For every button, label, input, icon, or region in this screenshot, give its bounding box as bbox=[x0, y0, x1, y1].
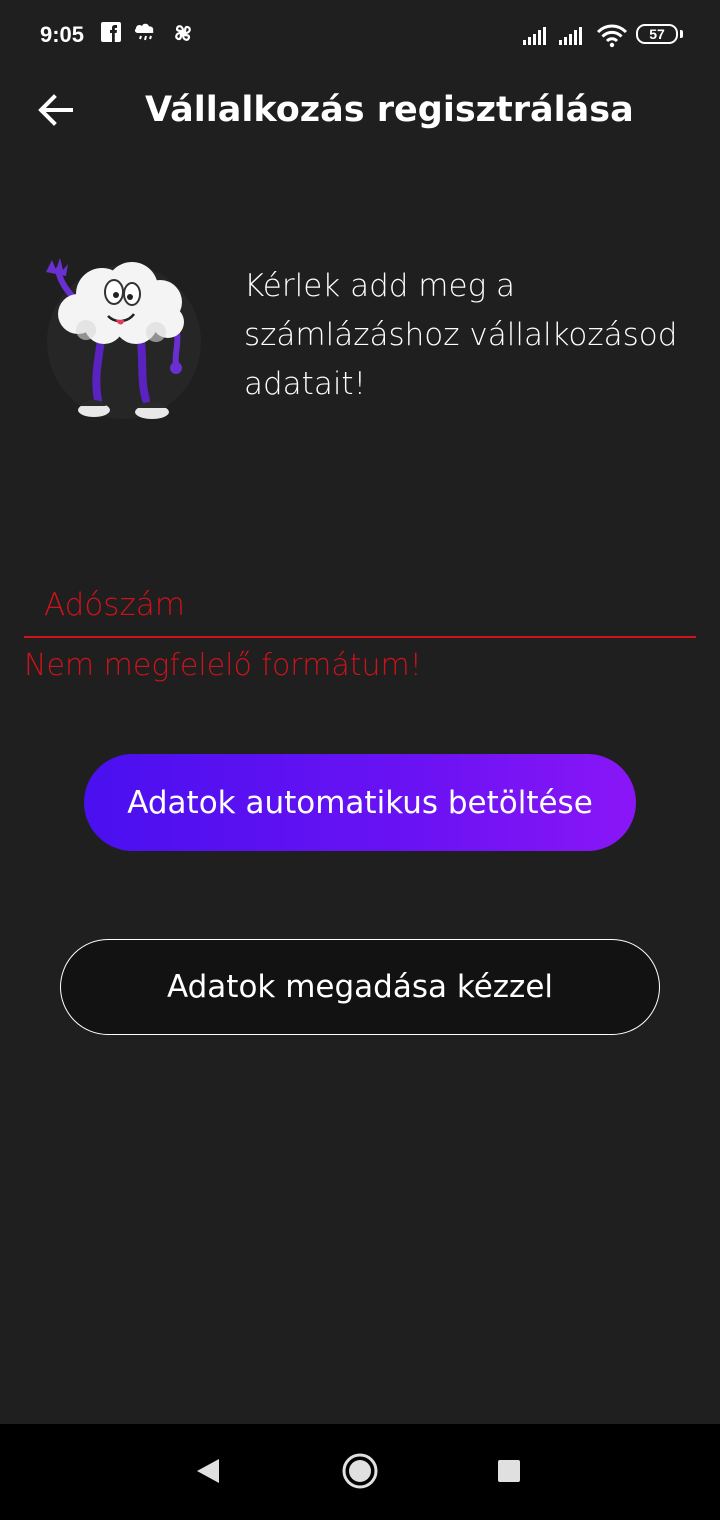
nav-back-button[interactable] bbox=[187, 1452, 229, 1494]
pinwheel-icon bbox=[170, 20, 196, 50]
back-triangle-icon bbox=[195, 1457, 221, 1489]
tax-number-error: Nem megfelelő formátum! bbox=[24, 648, 422, 683]
nav-home-button[interactable] bbox=[339, 1452, 381, 1494]
auto-load-button[interactable]: Adatok automatikus betöltése bbox=[84, 754, 636, 851]
status-time: 9:05 bbox=[40, 22, 85, 47]
wifi-icon bbox=[596, 24, 628, 52]
status-bar: 9:05 57 bbox=[0, 0, 720, 70]
home-circle-icon bbox=[341, 1452, 379, 1494]
cloud-mascot bbox=[36, 250, 216, 430]
facebook-icon bbox=[100, 20, 122, 48]
page-title: Vállalkozás regisztrálása bbox=[145, 90, 634, 130]
system-nav-bar bbox=[0, 1424, 720, 1520]
tax-number-field bbox=[24, 560, 696, 640]
signal-icon bbox=[522, 26, 550, 50]
signal-icon bbox=[558, 26, 586, 50]
weather-icon bbox=[132, 20, 160, 50]
screen: 9:05 57 Vállalkozás regisztrálása Kérlek… bbox=[0, 0, 720, 1520]
arrow-left-icon bbox=[36, 90, 76, 134]
recents-square-icon bbox=[496, 1458, 522, 1488]
battery-tip bbox=[680, 30, 683, 38]
nav-recents-button[interactable] bbox=[488, 1452, 530, 1494]
intro-text: Kérlek add meg a számlázáshoz vállalkozá… bbox=[244, 268, 678, 402]
manual-entry-button[interactable]: Adatok megadása kézzel bbox=[60, 939, 660, 1035]
battery-icon: 57 bbox=[636, 24, 678, 44]
tax-number-input[interactable] bbox=[24, 560, 696, 638]
back-button[interactable] bbox=[30, 86, 82, 138]
